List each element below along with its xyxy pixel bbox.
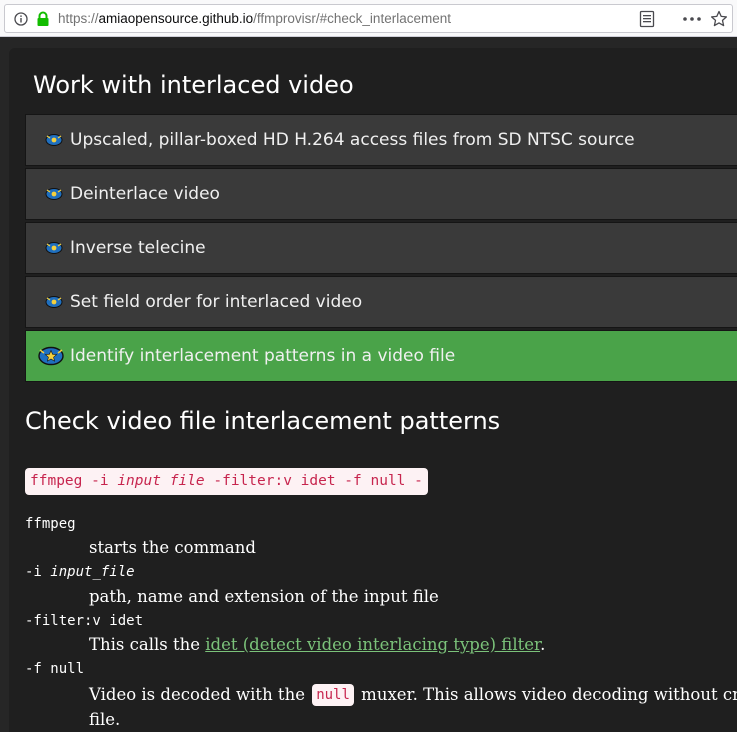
def-term-input-flag: -i (25, 564, 51, 580)
command-input-placeholder: input file (117, 473, 205, 489)
def-term-input: -i input_file (25, 564, 135, 580)
lock-icon[interactable] (36, 11, 50, 27)
film-reel-icon (45, 242, 63, 254)
idet-filter-link[interactable]: idet (detect video interlacing type) fil… (205, 635, 540, 654)
def-desc-null-line2: file. (89, 710, 121, 729)
def-desc-filter-post: . (540, 635, 546, 654)
film-reel-icon (45, 188, 63, 200)
url-text[interactable]: https://amiaopensource.github.io/ffmprov… (58, 10, 451, 28)
def-desc-ffmpeg: starts the command (89, 538, 256, 557)
bookmark-star-icon[interactable] (710, 10, 728, 28)
recipe-item-upscaled-pillarbox[interactable]: Upscaled, pillar-boxed HD H.264 access f… (25, 114, 737, 166)
def-desc-filter: This calls the idet (detect video interl… (89, 635, 545, 654)
film-reel-icon (38, 346, 64, 366)
def-desc-filter-pre: This calls the (89, 635, 206, 654)
recipe-item-field-order[interactable]: Set field order for interlaced video (25, 276, 737, 328)
recipe-item-deinterlace[interactable]: Deinterlace video (25, 168, 737, 220)
url-scheme: https:// (58, 11, 99, 26)
more-icon[interactable] (681, 11, 703, 27)
def-desc-null-post: muxer. This allows video decoding withou… (361, 685, 737, 704)
def-term-ffmpeg: ffmpeg (25, 516, 76, 532)
recipe-label: Identify interlacement patterns in a vid… (70, 346, 456, 366)
browser-toolbar: https://amiaopensource.github.io/ffmprov… (0, 0, 737, 37)
url-path: /ffmprovisr/#check_interlacement (253, 11, 451, 26)
info-icon[interactable] (14, 12, 28, 26)
page-viewport: Work with interlaced video Upscaled, pil… (0, 37, 737, 732)
def-term-null: -f null (25, 661, 85, 677)
command-post: -filter:v idet -f null - (204, 473, 423, 489)
def-term-input-file: input_file (50, 564, 135, 580)
film-reel-icon (45, 296, 63, 308)
url-host: amiaopensource.github.io (98, 11, 254, 26)
section-title: Work with interlaced video (33, 71, 354, 99)
recipe-item-identify-interlacement[interactable]: Identify interlacement patterns in a vid… (25, 330, 737, 382)
command-pre: ffmpeg -i (30, 473, 118, 489)
recipe-label: Inverse telecine (70, 238, 206, 258)
command-code: ffmpeg -i input file -filter:v idet -f n… (25, 468, 428, 495)
def-desc-null-pre: Video is decoded with the (89, 685, 311, 704)
def-desc-input: path, name and extension of the input fi… (89, 587, 439, 606)
recipe-item-inverse-telecine[interactable]: Inverse telecine (25, 222, 737, 274)
def-term-filter: -filter:v idet (25, 613, 144, 629)
url-bar[interactable]: https://amiaopensource.github.io/ffmprov… (4, 4, 733, 33)
null-code: null (312, 684, 354, 706)
recipe-label: Set field order for interlaced video (70, 292, 363, 312)
def-desc-null: Video is decoded with the null muxer. Th… (89, 684, 737, 706)
page-heading: Check video file interlacement patterns (25, 407, 501, 435)
recipe-label: Deinterlace video (70, 184, 220, 204)
recipe-label: Upscaled, pillar-boxed HD H.264 access f… (70, 130, 635, 150)
reader-view-icon[interactable] (639, 10, 655, 28)
film-reel-icon (45, 134, 63, 146)
